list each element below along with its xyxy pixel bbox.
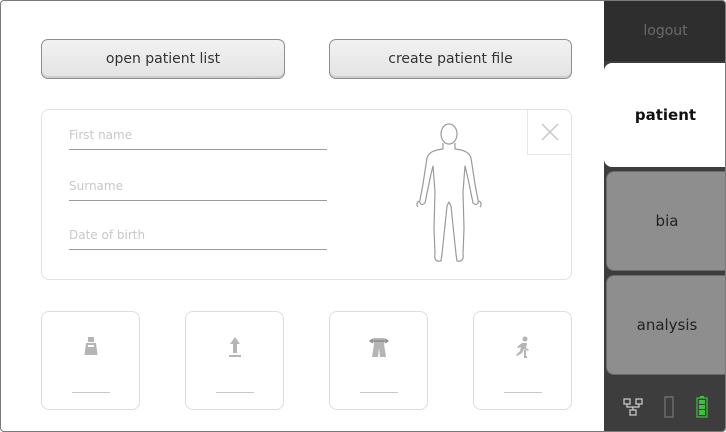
weight-value-line [72, 392, 110, 393]
height-tile[interactable] [185, 311, 284, 410]
weight-tile[interactable] [41, 311, 140, 410]
battery-icon [696, 396, 708, 418]
activity-tile[interactable] [473, 311, 572, 410]
network-icon [623, 398, 643, 416]
surname-field[interactable]: Surname [69, 179, 327, 201]
patient-card: First name Surname Date of birth [41, 109, 572, 280]
tab-bia[interactable]: bia [606, 171, 725, 271]
close-icon [540, 123, 559, 141]
height-value-line [216, 392, 254, 393]
sidebar: logout patient bia analysis [604, 1, 725, 431]
status-bar [604, 381, 725, 431]
tab-patient[interactable]: patient [604, 63, 725, 167]
create-patient-file-button[interactable]: create patient file [329, 39, 572, 79]
date-of-birth-field[interactable]: Date of birth [69, 228, 327, 250]
tab-analysis[interactable]: analysis [606, 275, 725, 375]
activity-icon [515, 336, 529, 358]
first-name-field[interactable]: First name [69, 128, 327, 150]
close-button[interactable] [527, 110, 571, 155]
waist-value-line [360, 392, 398, 393]
waist-icon [368, 338, 389, 357]
body-outline-icon [414, 122, 484, 271]
activity-value-line [504, 392, 542, 393]
waist-tile[interactable] [329, 311, 428, 410]
weight-icon [84, 337, 97, 355]
height-icon [228, 337, 241, 357]
logout-button[interactable]: logout [604, 1, 725, 61]
app-window: open patient list create patient file Fi… [0, 0, 726, 432]
device-icon [664, 396, 675, 418]
open-patient-list-button[interactable]: open patient list [41, 39, 285, 79]
